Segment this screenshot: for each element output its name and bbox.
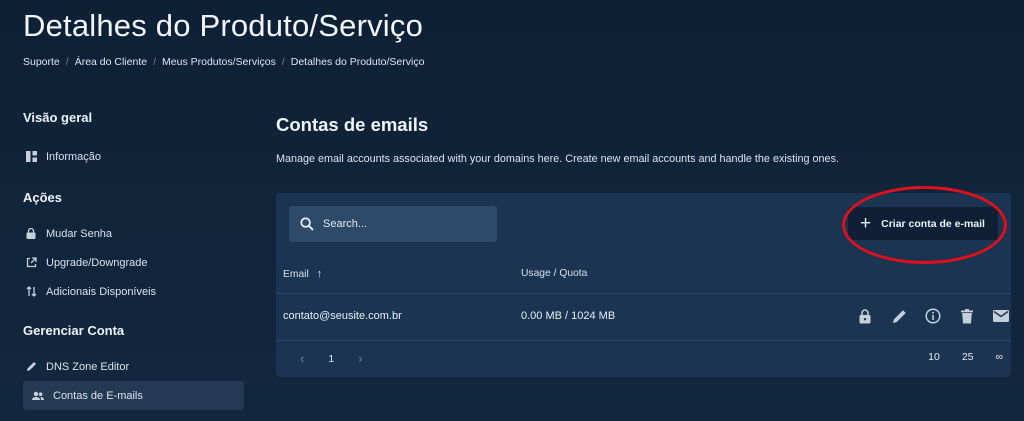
sidebar-heading-manage-account: Gerenciar Conta xyxy=(23,323,125,338)
plus-icon: + xyxy=(860,213,872,234)
breadcrumb-separator: / xyxy=(153,56,157,68)
sidebar-item-label: Upgrade/Downgrade xyxy=(46,256,148,269)
page-size-options: 10 25 ∞ xyxy=(906,351,1003,363)
sidebar-item-label: Informação xyxy=(46,150,102,163)
page-title: Detalhes do Produto/Serviço xyxy=(23,8,424,43)
chevron-left-icon[interactable]: ‹ xyxy=(300,351,304,366)
pencil-icon[interactable] xyxy=(882,306,916,326)
sidebar-item-label: DNS Zone Editor xyxy=(46,360,130,373)
mail-icon[interactable] xyxy=(984,306,1018,326)
column-header-email[interactable]: Email ↑ xyxy=(283,268,322,280)
sidebar-item-dns-zone-editor[interactable]: DNS Zone Editor xyxy=(23,352,244,381)
pencil-icon xyxy=(25,361,37,373)
sidebar-item-contas-de-emails[interactable]: Contas de E-mails xyxy=(23,381,244,410)
email-cell: contato@seusite.com.br xyxy=(283,310,402,322)
search-placeholder: Search... xyxy=(323,218,368,230)
sidebar-item-label: Mudar Senha xyxy=(46,227,113,240)
create-email-account-label: Criar conta de e-mail xyxy=(881,217,985,230)
pagination: ‹ 1 › xyxy=(300,351,363,366)
sidebar-item-adicionais[interactable]: Adicionais Disponíveis xyxy=(23,277,244,306)
page-number-current[interactable]: 1 xyxy=(328,353,334,365)
trash-icon[interactable] xyxy=(950,306,984,326)
search-icon xyxy=(300,217,314,231)
breadcrumb-item-current: Detalhes do Produto/Serviço xyxy=(290,56,425,68)
breadcrumb-separator: / xyxy=(65,56,69,68)
info-icon[interactable] xyxy=(916,306,950,326)
section-title: Contas de emails xyxy=(276,114,429,135)
section-description: Manage email accounts associated with yo… xyxy=(276,153,839,165)
external-link-icon xyxy=(25,257,37,269)
breadcrumb-item[interactable]: Suporte xyxy=(23,56,60,68)
sort-ascending-icon: ↑ xyxy=(316,268,323,280)
breadcrumb-item[interactable]: Meus Produtos/Serviços xyxy=(162,56,276,68)
column-header-usage: Usage / Quota xyxy=(521,268,588,279)
swap-vertical-icon xyxy=(25,286,37,298)
create-email-account-button[interactable]: + Criar conta de e-mail xyxy=(848,207,998,240)
usage-cell: 0.00 MB / 1024 MB xyxy=(521,310,616,322)
dashboard-icon xyxy=(25,151,37,163)
sidebar-item-label: Adicionais Disponíveis xyxy=(46,285,157,298)
table-divider xyxy=(276,293,1011,294)
table-divider xyxy=(276,340,1011,341)
breadcrumb: Suporte / Área do Cliente / Meus Produto… xyxy=(23,56,424,68)
sidebar-heading-actions: Ações xyxy=(23,190,63,205)
sidebar-heading-overview: Visão geral xyxy=(23,110,93,125)
breadcrumb-separator: / xyxy=(281,56,285,68)
breadcrumb-item[interactable]: Área do Cliente xyxy=(75,56,147,68)
page-size-option[interactable]: 10 xyxy=(928,351,940,363)
sidebar-item-mudar-senha[interactable]: Mudar Senha xyxy=(23,219,244,248)
sidebar-item-informacao[interactable]: Informação xyxy=(23,142,244,171)
page-size-option[interactable]: 25 xyxy=(962,351,974,363)
lock-icon xyxy=(25,228,37,240)
sidebar-item-upgrade[interactable]: Upgrade/Downgrade xyxy=(23,248,244,277)
row-actions xyxy=(848,306,1018,326)
sidebar: Visão geral Informação Ações Mudar Senha… xyxy=(23,110,244,410)
search-input[interactable]: Search... xyxy=(289,206,497,242)
email-accounts-panel: Search... + Criar conta de e-mail Email … xyxy=(276,193,1011,377)
users-icon xyxy=(32,390,44,402)
chevron-right-icon[interactable]: › xyxy=(358,351,362,366)
sidebar-item-label: Contas de E-mails xyxy=(53,389,143,402)
lock-icon[interactable] xyxy=(848,306,882,326)
column-header-label: Email xyxy=(283,268,309,280)
page-size-option[interactable]: ∞ xyxy=(996,351,1004,363)
